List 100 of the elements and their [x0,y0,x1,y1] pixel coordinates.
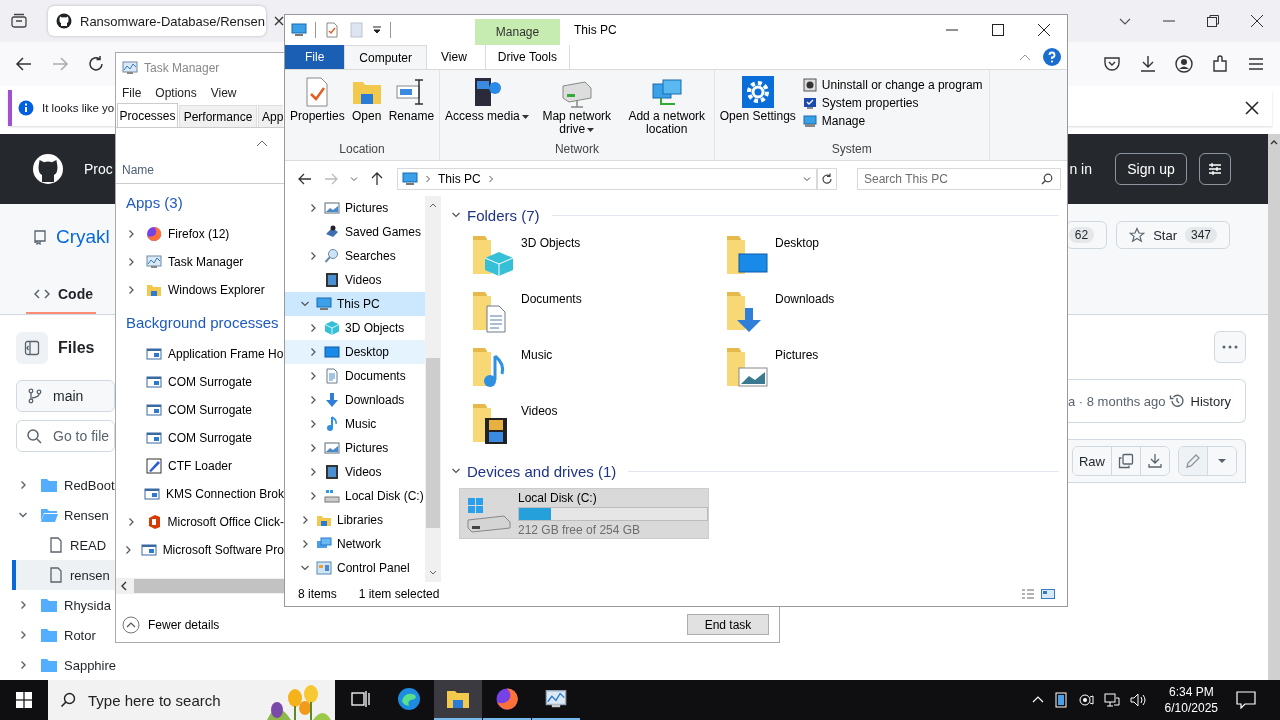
taskbar-app[interactable] [434,680,482,720]
scroll-left-icon[interactable] [120,581,128,591]
menu-item[interactable]: File [122,86,142,100]
chevron-icon[interactable] [308,347,318,357]
nav-tree-item[interactable]: Pictures [285,196,425,220]
ribbon-button[interactable]: Open Settings [716,74,799,125]
sort-caret-icon[interactable] [256,139,268,147]
folder-item[interactable]: Desktop [723,230,977,286]
chevron-icon[interactable] [308,203,318,213]
chevron-icon[interactable] [18,510,28,520]
account-icon[interactable] [1174,54,1194,74]
checklist-icon[interactable] [324,22,340,38]
chevron-icon[interactable] [126,285,136,295]
close-icon[interactable] [1038,24,1050,36]
raw-button[interactable]: Raw [1073,447,1112,475]
section-heading[interactable]: Folders (7) [467,206,540,224]
star-button[interactable]: Star 347 [1116,221,1230,249]
ribbon-tab[interactable]: File [285,45,345,69]
file-tree-item[interactable]: Rotor [0,620,115,650]
ribbon-button[interactable]: System properties [798,96,987,110]
tab[interactable]: Performance [179,105,257,127]
sign-in-link[interactable]: n in [1069,161,1092,177]
menu-item[interactable]: Options [155,86,197,100]
folder-item[interactable]: Pictures [723,342,977,398]
scrollbar[interactable] [1268,134,1280,680]
chevron-icon[interactable] [308,491,318,501]
scrollbar[interactable] [425,196,441,582]
chevron-icon[interactable] [308,419,318,429]
edit-button[interactable] [1179,447,1208,475]
nav-tree-item[interactable]: Local Disk (C:) [285,484,425,508]
nav-tree-item[interactable]: Documents [285,364,425,388]
process-row[interactable]: Application Frame Ho [116,340,284,368]
file-tree-item[interactable]: Sapphire [0,650,115,680]
chevron-icon[interactable] [300,515,310,525]
ribbon-tab[interactable]: View [427,45,481,69]
tab[interactable]: App [258,105,283,127]
up-arrow-icon[interactable] [369,170,385,187]
chevron-icon[interactable] [18,480,28,490]
puzzle-icon[interactable] [1210,54,1230,74]
folder-item[interactable]: Downloads [723,286,977,342]
nav-tree-item[interactable]: Videos [285,460,425,484]
close-icon[interactable] [273,15,285,27]
branch-button[interactable]: main [16,380,115,412]
notifications-icon[interactable] [1236,691,1256,709]
chevron-icon[interactable] [308,251,318,261]
chevron-icon[interactable] [300,539,310,549]
side-panel-button[interactable] [16,332,48,364]
nav-link[interactable]: Proc [84,161,113,177]
clock-time[interactable]: 6:34 PM [1168,684,1214,700]
chevron-icon[interactable] [18,630,28,640]
collapse-icon[interactable] [451,466,461,476]
chevron-icon[interactable] [308,395,318,405]
maximize-icon[interactable] [992,24,1004,36]
ribbon-button[interactable]: Add a network location [621,74,712,138]
octocat-icon[interactable] [32,153,64,185]
nav-tree-item[interactable]: Searches [285,244,425,268]
scroll-up-icon[interactable] [1269,138,1279,146]
process-row[interactable]: Windows Explorer [116,276,284,304]
close-icon[interactable] [1244,100,1260,116]
chevron-icon[interactable] [18,660,28,670]
ribbon-button[interactable]: Open [347,74,386,125]
ribbon-tab[interactable]: Computer [344,45,428,69]
chevron-icon[interactable] [126,229,136,239]
chevron-icon[interactable] [308,443,318,453]
repo-name-link[interactable]: Cryakl [56,226,110,248]
folder-item[interactable]: Music [469,342,723,398]
fork-button[interactable]: 62 [1065,221,1108,249]
process-row[interactable]: COM Surrogate [116,396,284,424]
folder-item[interactable]: Documents [469,286,723,342]
chevron-icon[interactable] [308,467,318,477]
chevron-icon[interactable] [308,371,318,381]
pocket-icon[interactable] [1102,54,1122,74]
chevron-icon[interactable] [300,563,310,573]
ribbon-button[interactable]: Access media [442,74,532,125]
clock-date[interactable]: 6/10/2025 [1164,700,1218,716]
tab-list-icon[interactable] [10,13,28,29]
download-icon[interactable] [1138,54,1158,74]
file-tree-item[interactable]: READ [0,530,115,560]
help-icon[interactable] [1043,48,1061,66]
chevron-icon[interactable] [308,323,318,333]
collapse-icon[interactable] [451,210,461,220]
process-row[interactable]: Microsoft Office Click- [116,508,284,536]
column-header[interactable]: Name [122,163,154,177]
folder-item[interactable]: 3D Objects [469,230,723,286]
nav-tree-item[interactable]: Pictures [285,436,425,460]
ribbon-button[interactable]: Map network drive [531,74,622,138]
tab[interactable]: Processes [117,103,178,127]
process-row[interactable]: COM Surrogate [116,368,284,396]
code-tab[interactable]: Code [26,276,96,314]
ribbon-button[interactable]: Rename [385,74,438,125]
reload-icon[interactable] [86,54,106,74]
battery-icon[interactable] [1053,692,1068,708]
process-row[interactable]: Microsoft Software Pro [116,536,284,564]
section-heading[interactable]: Devices and drives (1) [467,462,617,480]
end-task-button[interactable]: End task [687,614,769,635]
network-icon[interactable] [1103,692,1120,708]
file-tree-item[interactable]: RedBoot [0,470,115,500]
scroll-up-icon[interactable] [429,202,437,208]
scroll-down-icon[interactable] [429,570,437,576]
address-bar[interactable]: This PC [397,167,817,190]
